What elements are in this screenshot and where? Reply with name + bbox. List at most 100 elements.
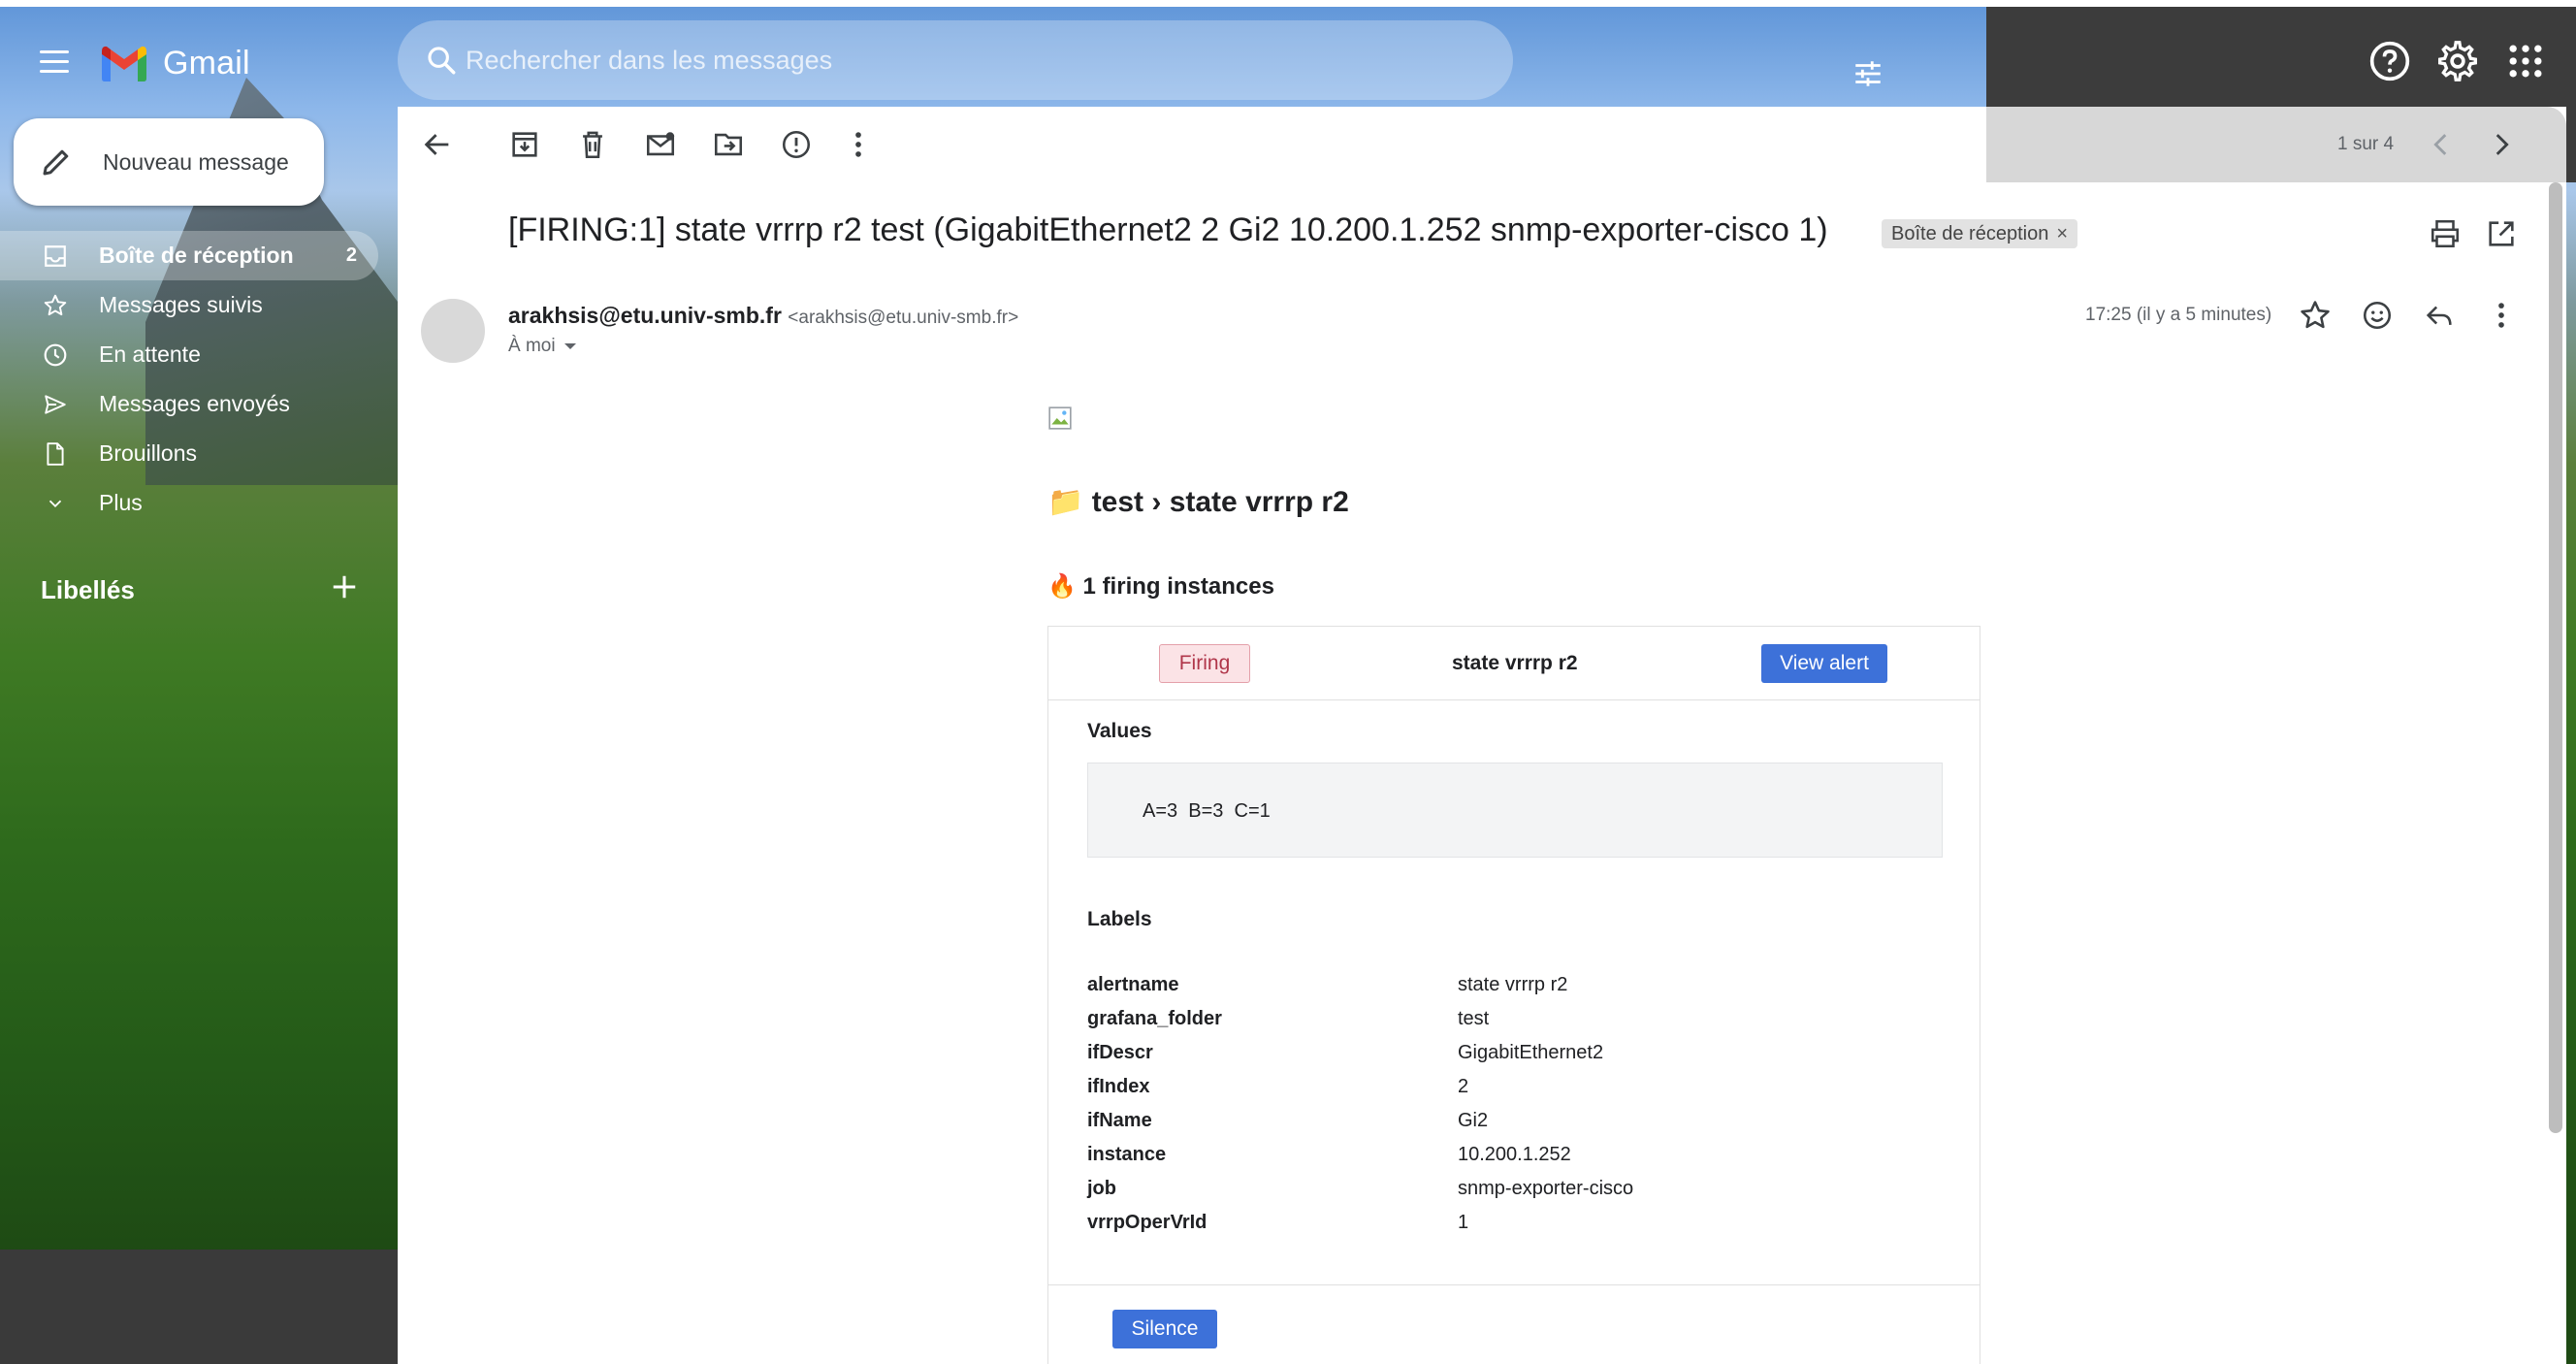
pencil-icon <box>43 149 69 176</box>
apps-grid-icon[interactable] <box>2504 40 2547 82</box>
chevron-down-icon <box>41 489 70 518</box>
status-badge: Firing <box>1159 644 1250 683</box>
label-key: ifDescr <box>1087 1042 1153 1063</box>
header: Gmail <box>0 7 2576 108</box>
alert-card-header: Firing state vrrrp r2 View alert <box>1048 627 1980 700</box>
label-value: 1 <box>1458 1212 1469 1233</box>
labels-table: alertname state vrrrp r2 grafana_folder … <box>1087 968 1941 1240</box>
remove-label-icon[interactable]: × <box>2056 223 2068 245</box>
sender-address: <arakhsis@etu.univ-smb.fr> <box>788 308 1019 328</box>
scrollbar[interactable] <box>2549 182 2562 1133</box>
sidebar-nav: Boîte de réception 2 Messages suivis En … <box>0 231 378 528</box>
settings-gear-icon[interactable] <box>2436 40 2479 82</box>
values-box: A=3 B=3 C=1 <box>1087 763 1943 858</box>
sidebar-item-label: Messages suivis <box>99 292 263 317</box>
gmail-wordmark: Gmail <box>163 44 250 81</box>
label-row: instance 10.200.1.252 <box>1087 1138 1941 1172</box>
draft-icon <box>41 439 70 469</box>
message-subject: [FIRING:1] state vrrrp r2 test (GigabitE… <box>508 211 1828 248</box>
label-value: snmp-exporter-cisco <box>1458 1178 1634 1199</box>
sender-name[interactable]: arakhsis@etu.univ-smb.fr <box>508 303 782 328</box>
label-row: ifDescr GigabitEthernet2 <box>1087 1036 1941 1070</box>
label-chip-text: Boîte de réception <box>1891 222 2049 244</box>
label-key: job <box>1087 1178 1116 1199</box>
send-icon <box>41 390 70 419</box>
trash-icon[interactable] <box>576 128 609 161</box>
card-divider <box>1048 1284 1980 1285</box>
chevron-left-icon[interactable] <box>2425 128 2458 161</box>
help-icon[interactable] <box>2368 40 2411 82</box>
label-key: alertname <box>1087 974 1179 995</box>
values-heading: Values <box>1087 720 1152 742</box>
alert-card: Firing state vrrrp r2 View alert Values … <box>1047 626 1980 1364</box>
search-bar[interactable] <box>398 20 1881 100</box>
label-row: ifName Gi2 <box>1087 1104 1941 1138</box>
sidebar-item-label: Messages envoyés <box>99 391 290 416</box>
sidebar-item-drafts[interactable]: Brouillons <box>0 429 378 478</box>
alert-title: state vrrrp r2 <box>1452 652 1578 674</box>
sidebar-dark-area <box>0 1250 400 1364</box>
view-alert-button[interactable]: View alert <box>1761 644 1887 683</box>
gmail-logo[interactable]: Gmail <box>99 42 250 84</box>
top-strip <box>0 0 2576 7</box>
sidebar-item-more[interactable]: Plus <box>0 478 378 528</box>
silence-button[interactable]: Silence <box>1112 1310 1217 1348</box>
sender-line: arakhsis@etu.univ-smb.fr <arakhsis@etu.u… <box>508 303 1018 329</box>
sidebar-item-label: Boîte de réception <box>99 243 294 268</box>
label-value: state vrrrp r2 <box>1458 974 1568 995</box>
more-vert-icon[interactable] <box>842 128 875 161</box>
archive-icon[interactable] <box>508 128 541 161</box>
sidebar-item-inbox[interactable]: Boîte de réception 2 <box>0 231 378 280</box>
label-key: grafana_folder <box>1087 1008 1222 1029</box>
recipient-details[interactable]: À moi <box>508 336 577 357</box>
broken-image-icon <box>1048 406 1072 430</box>
label-value: test <box>1458 1008 1490 1029</box>
label-row: vrrpOperVrId 1 <box>1087 1206 1941 1240</box>
sidebar-item-starred[interactable]: Messages suivis <box>0 280 378 330</box>
search-icon[interactable] <box>425 44 458 77</box>
labels-section-heading: Labels <box>1087 908 1152 930</box>
sender-avatar[interactable] <box>421 299 485 363</box>
sidebar-item-label: Plus <box>99 490 143 515</box>
main-menu-button[interactable] <box>33 40 76 82</box>
caret-down-icon <box>564 343 576 349</box>
alert-folder-title: 📁 test › state vrrrp r2 <box>1047 486 1349 518</box>
label-value: GigabitEthernet2 <box>1458 1042 1604 1063</box>
pager-text: 1 sur 4 <box>2337 134 2395 154</box>
sidebar-item-snoozed[interactable]: En attente <box>0 330 378 379</box>
label-key: instance <box>1087 1144 1167 1165</box>
label-key: vrrpOperVrId <box>1087 1212 1208 1233</box>
more-vert-icon[interactable] <box>2485 299 2518 332</box>
toolbar-right-area <box>1986 107 2566 182</box>
compose-label: Nouveau message <box>103 148 289 175</box>
sidebar-item-label: En attente <box>99 341 201 367</box>
label-value: Gi2 <box>1458 1110 1489 1131</box>
add-label-icon[interactable] <box>330 572 359 601</box>
label-value: 2 <box>1458 1076 1469 1097</box>
compose-button[interactable]: Nouveau message <box>14 118 324 206</box>
inbox-icon <box>41 242 70 271</box>
emoji-reaction-icon[interactable] <box>2361 299 2394 332</box>
chevron-right-icon[interactable] <box>2485 128 2518 161</box>
search-options-icon[interactable] <box>1851 57 1885 90</box>
search-input[interactable] <box>466 40 1338 81</box>
values-text: A=3 B=3 C=1 <box>1143 800 1271 822</box>
sidebar-item-label: Brouillons <box>99 440 197 466</box>
star-icon[interactable] <box>2299 299 2332 332</box>
back-arrow-icon[interactable] <box>421 128 454 161</box>
label-value: 10.200.1.252 <box>1458 1144 1571 1165</box>
firing-instances-count: 🔥 1 firing instances <box>1047 573 1274 600</box>
sidebar-item-sent[interactable]: Messages envoyés <box>0 379 378 429</box>
unread-count: 2 <box>345 244 357 266</box>
mark-unread-icon[interactable] <box>644 128 677 161</box>
label-key: ifIndex <box>1087 1076 1150 1097</box>
recipient-text: À moi <box>508 336 556 356</box>
print-icon[interactable] <box>2429 217 2462 250</box>
label-row: alertname state vrrrp r2 <box>1087 968 1941 1002</box>
reply-icon[interactable] <box>2423 299 2456 332</box>
move-to-icon[interactable] <box>712 128 745 161</box>
report-spam-icon[interactable] <box>780 128 813 161</box>
open-new-window-icon[interactable] <box>2485 217 2518 250</box>
message-date: 17:25 (il y a 5 minutes) <box>2085 305 2272 325</box>
inbox-label-chip[interactable]: Boîte de réception × <box>1882 219 2078 248</box>
